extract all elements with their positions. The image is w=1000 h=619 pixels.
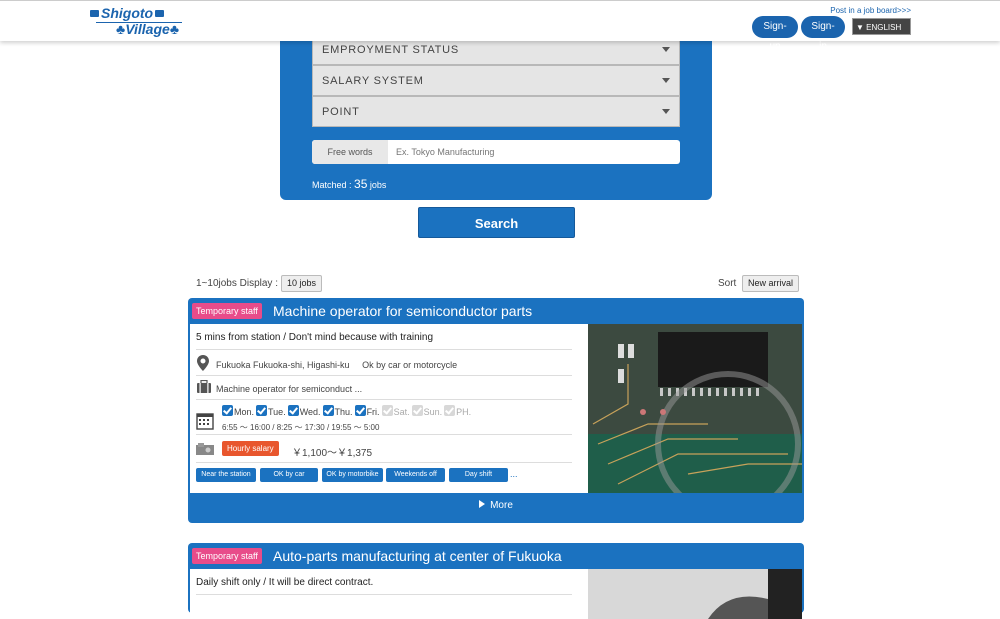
chevron-down-icon <box>662 109 670 114</box>
chevron-down-icon <box>662 47 670 52</box>
checkbox-icon <box>287 405 299 416</box>
sort-button[interactable]: New arrival <box>742 275 800 292</box>
salary-system-select[interactable]: SALARY SYSTEM <box>312 65 680 96</box>
day-label: Wed. <box>299 407 321 417</box>
calendar-icon <box>196 413 214 430</box>
day-label: PH. <box>456 407 472 417</box>
day-label: Tue. <box>268 407 286 417</box>
free-words-input[interactable] <box>396 140 676 164</box>
divider <box>196 594 572 595</box>
briefcase-icon <box>197 380 211 393</box>
day-label: Sat. <box>393 407 410 417</box>
site-header: Shigoto ♣Village♣ Post in a job board>>>… <box>0 0 1000 52</box>
briefcase-icon <box>155 10 165 17</box>
employment-tag: Temporary staff <box>192 548 262 564</box>
job-subtitle: Daily shift only / It will be direct con… <box>196 577 374 588</box>
checkbox-icon <box>444 405 456 416</box>
job-photo <box>588 569 802 619</box>
more-button[interactable]: More <box>188 500 804 511</box>
point-select[interactable]: POINT <box>312 96 680 127</box>
logo-bottom: ♣Village♣ <box>116 21 179 37</box>
checkbox-icon <box>381 405 393 416</box>
day-fri: Fri. <box>354 405 380 417</box>
day-wed: Wed. <box>287 405 321 417</box>
chevron-down-icon <box>662 78 670 83</box>
day-sat: Sat. <box>381 405 410 417</box>
divider <box>196 462 572 463</box>
display-range-label: 1~10jobs Display : <box>196 278 278 289</box>
work-days: Mon. Tue. Wed. Thu. Fri. Sat. Sun. PH. <box>222 405 473 417</box>
job-location: Fukuoka Fukuoka-shi, Higashi-ku Ok by ca… <box>216 360 458 370</box>
job-card[interactable]: Temporary staff Machine operator for sem… <box>188 298 804 523</box>
free-words-field: Free words <box>312 140 680 164</box>
salary-value: ￥1,100～￥1,375 <box>292 448 373 459</box>
day-tue: Tue. <box>256 405 286 417</box>
feature-tag: Day shift <box>449 468 508 482</box>
checkbox-icon <box>322 405 334 416</box>
divider <box>196 434 572 435</box>
per-page-button[interactable]: 10 jobs <box>281 275 323 292</box>
job-card[interactable]: Temporary staff Auto-parts manufacturing… <box>188 543 804 619</box>
signup-button[interactable]: Sign-up <box>753 17 797 52</box>
checkbox-icon <box>256 405 268 416</box>
map-pin-icon <box>197 355 209 371</box>
more-features: ... <box>510 469 518 479</box>
briefcase-icon <box>90 10 99 17</box>
feature-tag: Near the station <box>196 468 256 482</box>
site-logo[interactable]: Shigoto ♣Village♣ <box>88 5 184 39</box>
checkbox-icon <box>411 405 423 416</box>
divider <box>196 349 572 350</box>
signin-button[interactable]: Sign-in <box>802 17 844 52</box>
job-details: Daily shift only / It will be direct con… <box>190 569 589 619</box>
free-words-label: Free words <box>312 140 388 164</box>
divider <box>196 375 572 376</box>
post-job-link[interactable]: Post in a job board>>> <box>830 6 911 15</box>
search-button[interactable]: Search <box>418 207 575 238</box>
checkbox-icon <box>354 405 366 416</box>
day-ph: PH. <box>444 405 471 417</box>
checkbox-icon <box>222 405 233 416</box>
day-label: Sun. <box>423 407 443 417</box>
day-label: Mon. <box>234 407 255 417</box>
feature-tag: OK by motorbike <box>322 468 383 482</box>
play-icon <box>479 500 486 508</box>
day-label: Fri. <box>366 407 380 417</box>
logo-top: Shigoto <box>88 5 166 21</box>
job-subtitle: 5 mins from station / Don't mind because… <box>196 332 434 343</box>
divider <box>196 399 572 400</box>
job-photo <box>588 324 802 493</box>
search-panel: EMPROYMENT STATUS SALARY SYSTEM POINT Fr… <box>280 20 712 200</box>
matched-count: Matched : 35 jobs <box>312 177 387 191</box>
employment-tag: Temporary staff <box>192 303 262 319</box>
feature-tag: Weekends off <box>386 468 445 482</box>
money-icon <box>196 443 214 455</box>
job-title[interactable]: Machine operator for semiconductor parts <box>273 303 532 319</box>
salary-type-tag: Hourly salary <box>222 441 279 456</box>
feature-tag: OK by car <box>260 468 318 482</box>
sort-label: Sort <box>718 278 737 289</box>
language-selector[interactable]: ▼ ENGLISH <box>852 18 911 35</box>
day-sun: Sun. <box>411 405 443 417</box>
tree-icon: ♣ <box>169 21 179 37</box>
day-thu: Thu. <box>322 405 353 417</box>
job-details: 5 mins from station / Don't mind because… <box>190 324 589 493</box>
day-label: Thu. <box>334 407 353 417</box>
job-description: Machine operator for semiconduct ... <box>216 384 363 394</box>
tree-icon: ♣ <box>116 21 126 37</box>
job-title[interactable]: Auto-parts manufacturing at center of Fu… <box>273 548 562 564</box>
work-hours: 6:55 ～ 16:00 / 8:25 ～ 17:30 / 19:55 ～ 5:… <box>222 423 380 432</box>
day-mon: Mon. <box>222 405 254 417</box>
